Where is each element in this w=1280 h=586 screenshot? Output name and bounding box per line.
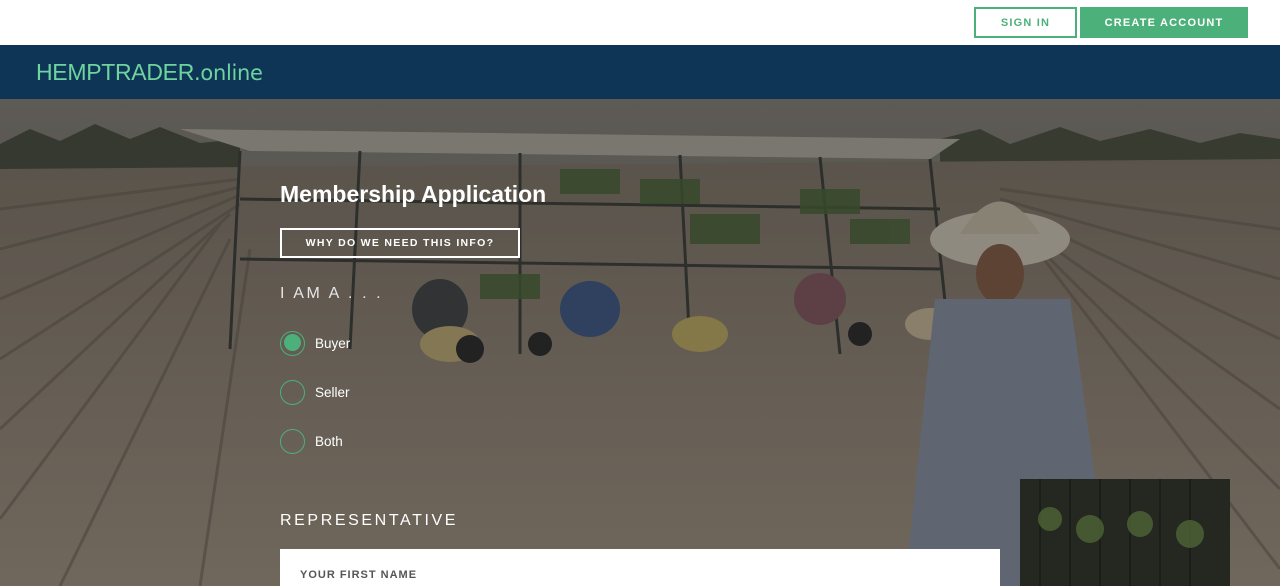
role-option-seller[interactable]: Seller	[280, 379, 350, 405]
first-name-field[interactable]: YOUR FIRST NAME	[280, 549, 1000, 586]
create-account-button[interactable]: CREATE ACCOUNT	[1080, 7, 1248, 38]
radio-button-both[interactable]	[280, 428, 305, 454]
radio-button-buyer[interactable]	[280, 330, 305, 356]
page-title: Membership Application	[280, 181, 547, 207]
radio-label-buyer: Buyer	[315, 335, 351, 351]
logo-tld-text: .online	[194, 61, 263, 85]
brand-navbar: HEMPTRADER.online	[0, 45, 1280, 99]
sign-in-button[interactable]: SIGN IN	[974, 7, 1077, 38]
radio-label-both: Both	[315, 433, 343, 449]
membership-application-form: Membership Application WHY DO WE NEED TH…	[280, 99, 1000, 586]
why-info-button[interactable]: WHY DO WE NEED THIS INFO?	[280, 228, 520, 258]
role-option-buyer[interactable]: Buyer	[280, 330, 350, 356]
top-utility-bar: SIGN IN CREATE ACCOUNT	[0, 0, 1280, 45]
representative-label: REPRESENTATIVE	[280, 512, 459, 529]
logo-main-text: HEMPTRADER	[36, 59, 195, 85]
hero-section: Membership Application WHY DO WE NEED TH…	[0, 99, 1280, 586]
radio-button-seller[interactable]	[280, 379, 305, 405]
first-name-label: YOUR FIRST NAME	[300, 569, 418, 581]
hemptrader-logo[interactable]: HEMPTRADER.online	[36, 59, 263, 86]
i-am-a-label: I AM A . . .	[280, 285, 384, 302]
role-option-both[interactable]: Both	[280, 428, 343, 454]
radio-label-seller: Seller	[315, 384, 350, 400]
